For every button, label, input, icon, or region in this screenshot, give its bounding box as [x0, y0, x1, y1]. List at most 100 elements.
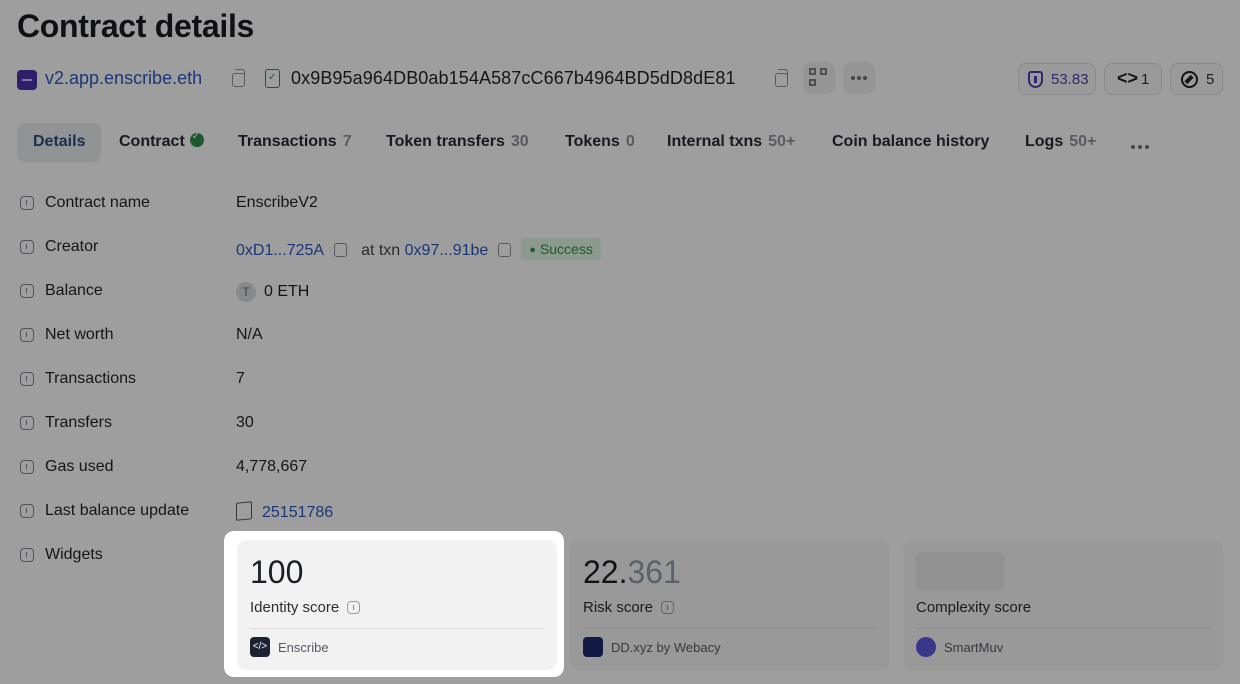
qr-code-icon [809, 68, 816, 75]
detail-row-gas-used: Gas used 4,778,667 [20, 446, 1220, 490]
widget-source[interactable]: DD.xyz by Webacy [611, 640, 721, 655]
tab-tokens[interactable]: Tokens 0 [549, 123, 651, 162]
tab-count: 50+ [768, 133, 796, 150]
more-tabs-button[interactable] [1125, 131, 1157, 155]
tab-count: 7 [342, 133, 352, 150]
enscribe-logo-icon: </> [250, 637, 270, 657]
info-icon[interactable] [20, 196, 34, 210]
row-label: Net worth [45, 326, 114, 343]
tab-label: Internal txns [667, 133, 763, 150]
eth-token-icon: T [236, 282, 256, 302]
tab-count: 30 [510, 133, 529, 150]
explorers-pill[interactable]: 5 [1170, 63, 1223, 95]
copy-icon[interactable] [334, 243, 348, 257]
copy-icon[interactable] [498, 243, 512, 257]
transfers-count-link[interactable]: 30 [236, 414, 254, 432]
widget-label-text: Complexity score [916, 599, 1032, 616]
dots-icon-part [1138, 145, 1142, 149]
qr-code-button[interactable] [803, 62, 835, 94]
row-label: Creator [45, 238, 99, 255]
identity-score-widget[interactable]: 100 Identity score </> Enscribe [237, 540, 557, 670]
tab-logs[interactable]: Logs 50+ [1009, 123, 1112, 162]
detail-row-net-worth: Net worth N/A [20, 314, 1220, 358]
qr-code-icon-part [809, 79, 816, 86]
copy-ens-icon[interactable] [232, 69, 245, 87]
block-icon [236, 501, 252, 521]
status-badge: Success [521, 238, 601, 260]
info-icon[interactable] [20, 240, 34, 254]
code-icon: <> [1117, 68, 1139, 88]
tab-label: Token transfers [386, 133, 505, 150]
loading-skeleton [916, 552, 1004, 590]
row-label: Transactions [45, 370, 136, 387]
info-icon[interactable] [20, 328, 34, 342]
trust-score-pill[interactable]: 53.83 [1018, 63, 1096, 95]
detail-row-transfers: Transfers 30 [20, 402, 1220, 446]
tab-label: Logs [1025, 133, 1064, 150]
tab-label: Details [33, 133, 86, 150]
info-icon[interactable] [20, 372, 34, 386]
info-icon[interactable] [347, 601, 361, 614]
tab-coin-balance-history[interactable]: Coin balance history [816, 123, 1005, 162]
risk-score-widget[interactable]: 22.361 Risk score DD.xyz by Webacy [570, 540, 890, 670]
row-label: Contract name [45, 194, 150, 211]
apps-pill[interactable]: <> 1 [1104, 63, 1162, 95]
gas-used-value: 4,778,667 [236, 458, 308, 475]
row-label: Balance [45, 282, 103, 299]
dots-icon [851, 76, 855, 80]
info-icon[interactable] [20, 460, 34, 474]
detail-row-creator: Creator 0xD1...725A at txn 0x97...91be Suc… [20, 226, 1220, 270]
trust-score-value: 53.83 [1051, 71, 1089, 88]
balance-value: T 0 ETH [236, 282, 309, 302]
info-icon[interactable] [20, 416, 34, 430]
creator-address-link[interactable]: 0xD1...725A [236, 242, 324, 259]
ens-name-link[interactable]: v2.app.enscribe.eth [45, 68, 202, 89]
page-title: Contract details [17, 8, 255, 44]
info-icon[interactable] [661, 601, 675, 614]
info-icon[interactable] [20, 548, 34, 562]
copy-address-icon[interactable] [775, 69, 788, 87]
row-label: Widgets [45, 546, 103, 563]
compass-icon [1181, 71, 1198, 88]
widget-label-text: Risk score [583, 599, 654, 616]
smartmuv-logo-icon [916, 637, 936, 657]
tab-details[interactable]: Details [17, 123, 102, 162]
dots-icon-part [857, 76, 861, 80]
complexity-score-widget[interactable]: Complexity score SmartMuv [903, 540, 1223, 670]
divider [583, 628, 877, 629]
tab-internal-txns[interactable]: Internal txns 50+ [651, 123, 811, 162]
transactions-count-link[interactable]: 7 [236, 370, 245, 388]
widget-source[interactable]: Enscribe [278, 640, 329, 655]
explorers-count: 5 [1206, 71, 1215, 88]
tab-transactions[interactable]: Transactions 7 [222, 123, 368, 162]
block-number-link[interactable]: 25151786 [262, 504, 333, 521]
tab-label: Transactions [238, 133, 337, 150]
enscribe-logo-icon [17, 70, 37, 90]
widget-source[interactable]: SmartMuv [944, 640, 1003, 655]
tab-bar: Details Contract Transactions 7 Token tra… [17, 123, 1223, 163]
creation-txn-link[interactable]: 0x97...91be [405, 242, 489, 259]
tab-count: 0 [625, 133, 635, 150]
last-balance-update-value: 25151786 [236, 501, 333, 522]
qr-code-icon-part [820, 68, 827, 75]
info-icon[interactable] [20, 504, 34, 518]
net-worth-value: N/A [236, 326, 263, 343]
balance-amount: 0 ETH [264, 283, 310, 300]
more-actions-button[interactable] [843, 62, 875, 94]
divider [250, 628, 544, 629]
at-txn-text: at txn [361, 242, 401, 259]
verified-contract-icon [265, 69, 280, 88]
detail-row-balance: Balance T 0 ETH [20, 270, 1220, 314]
score-integer: 100 [250, 554, 304, 590]
creator-value: 0xD1...725A at txn 0x97...91be Success [236, 238, 601, 260]
score-integer: 22. [583, 554, 628, 590]
tab-token-transfers[interactable]: Token transfers 30 [370, 123, 545, 162]
info-icon[interactable] [20, 284, 34, 298]
widget-label-text: Identity score [250, 599, 340, 616]
widget-label: Risk score [583, 599, 675, 616]
identity-score-value: 100 [250, 554, 303, 591]
score-decimals: 361 [627, 554, 681, 590]
tab-contract[interactable]: Contract [103, 123, 220, 162]
apps-count: 1 [1141, 71, 1150, 88]
row-label: Last balance update [45, 502, 190, 519]
